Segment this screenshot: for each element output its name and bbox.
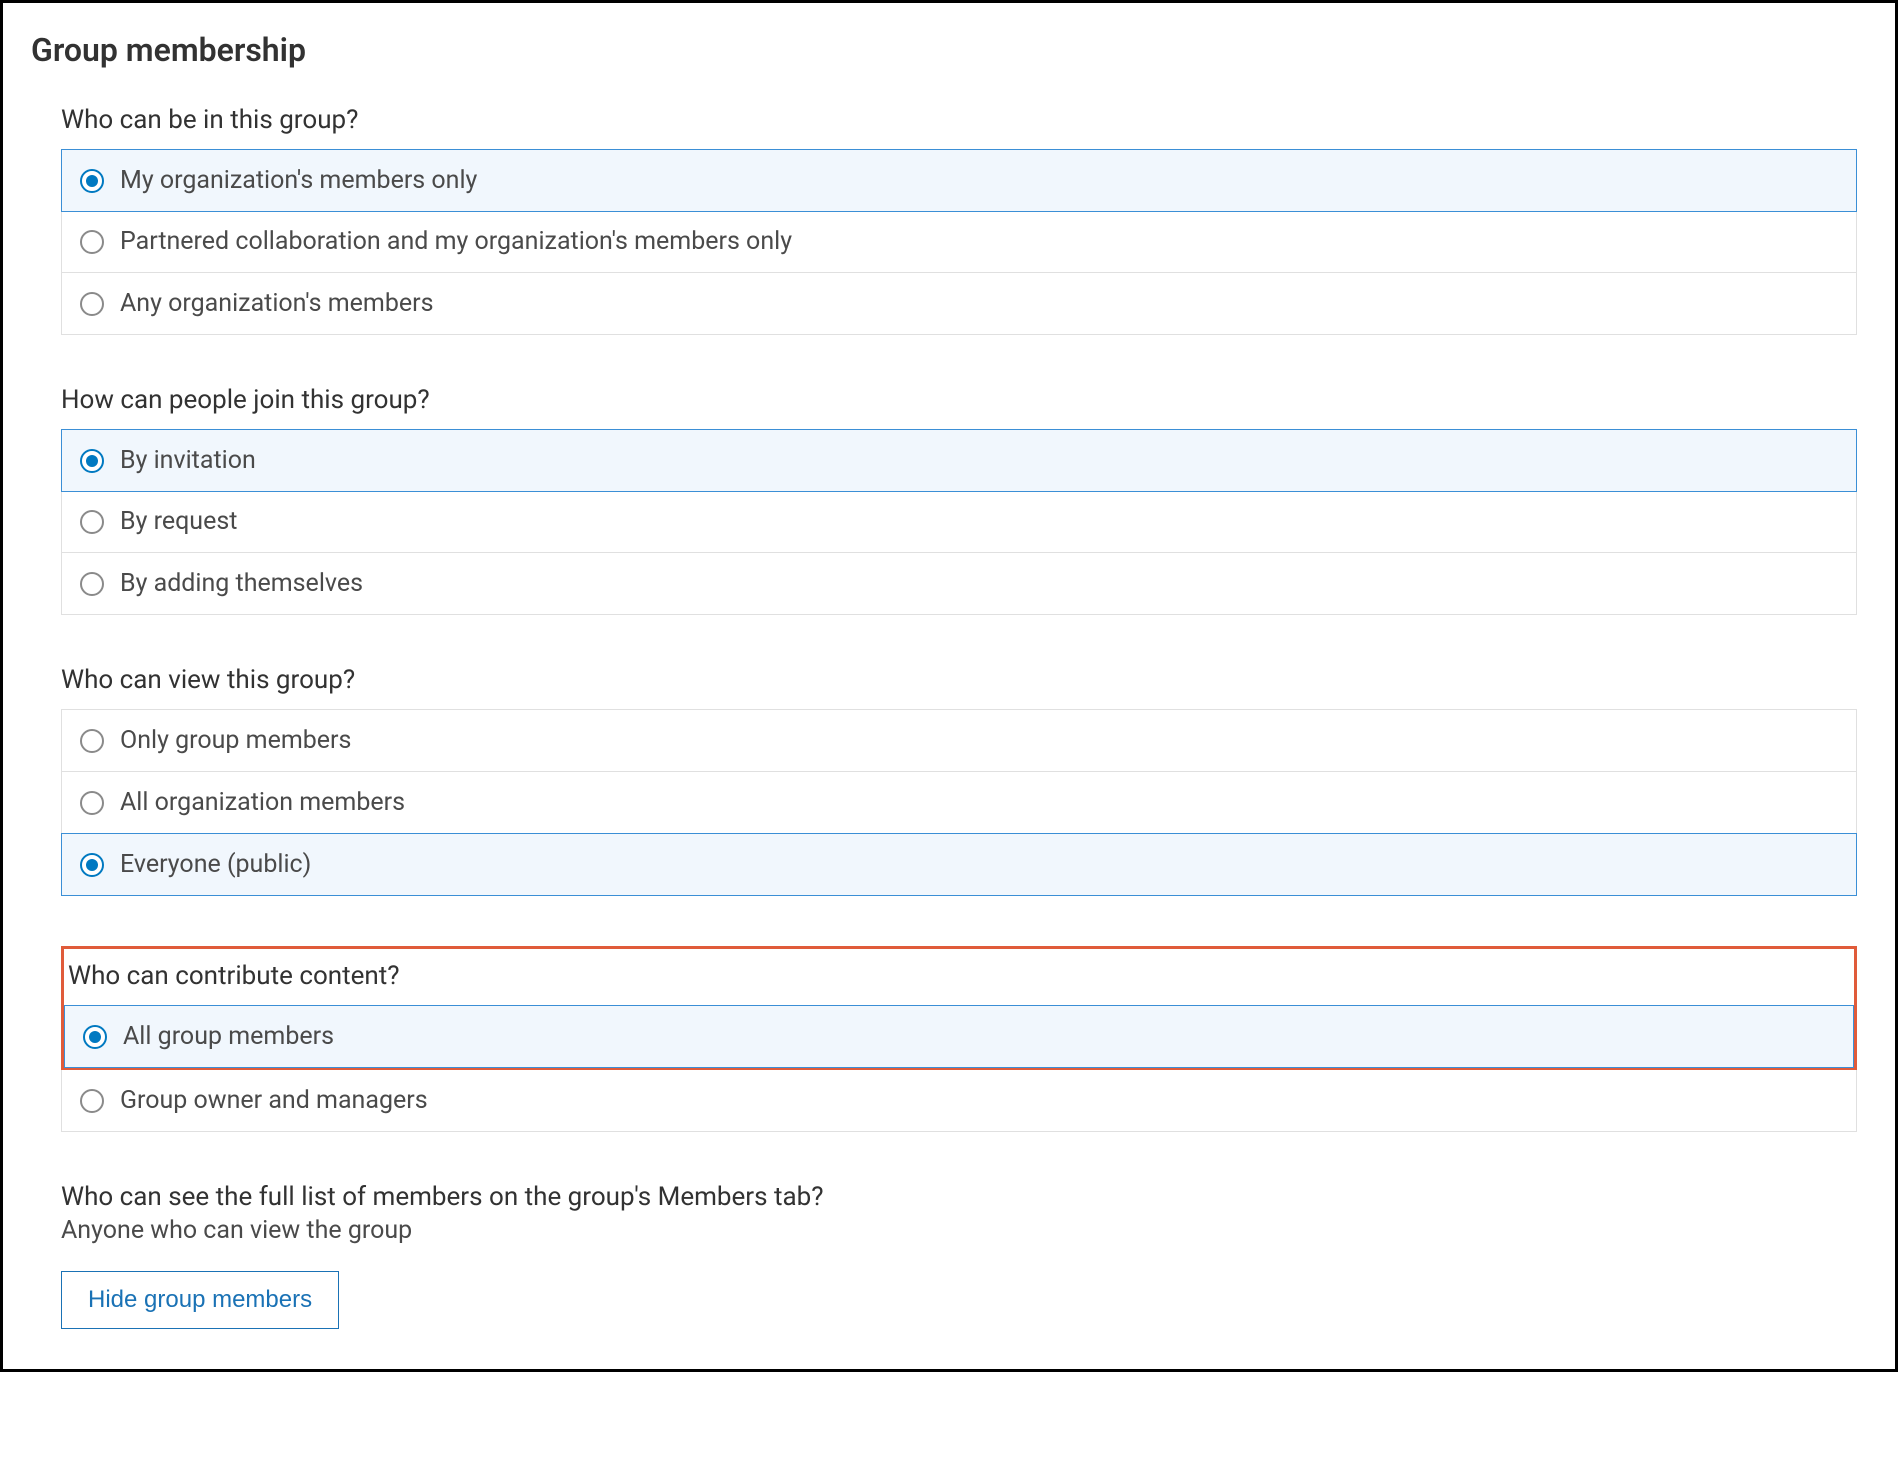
radio-label: By invitation	[120, 446, 256, 475]
radio-group-contribute: All group members	[64, 1005, 1854, 1068]
radio-group-join: By invitation By request By adding thems…	[61, 429, 1857, 615]
radio-icon	[80, 510, 104, 534]
radio-group-view: Only group members All organization memb…	[61, 709, 1857, 896]
radio-label: Only group members	[120, 726, 351, 755]
radio-contribute-owner-managers[interactable]: Group owner and managers	[62, 1070, 1856, 1131]
section-contribute-highlight: Who can contribute content? All group me…	[61, 946, 1857, 1070]
radio-group-contribute-rest: Group owner and managers	[61, 1070, 1857, 1132]
radio-join-invitation[interactable]: By invitation	[61, 429, 1857, 492]
radio-view-everyone[interactable]: Everyone (public)	[61, 833, 1857, 896]
radio-label: By request	[120, 507, 237, 536]
radio-membership-org-only[interactable]: My organization's members only	[61, 149, 1857, 212]
radio-view-group-members[interactable]: Only group members	[62, 710, 1856, 772]
section-heading-membership: Who can be in this group?	[61, 105, 1857, 135]
radio-icon	[80, 169, 104, 193]
section-membership: Who can be in this group? My organizatio…	[61, 105, 1857, 335]
radio-join-request[interactable]: By request	[62, 491, 1856, 553]
panel-title: Group membership	[31, 31, 1867, 69]
radio-label: My organization's members only	[120, 166, 477, 195]
radio-membership-any-org[interactable]: Any organization's members	[62, 273, 1856, 334]
radio-icon	[80, 791, 104, 815]
section-join: How can people join this group? By invit…	[61, 385, 1857, 615]
group-membership-panel: Group membership Who can be in this grou…	[0, 0, 1898, 1372]
radio-label: Everyone (public)	[120, 850, 311, 879]
radio-label: All organization members	[120, 788, 405, 817]
radio-label: All group members	[123, 1022, 334, 1051]
radio-icon	[80, 449, 104, 473]
radio-icon	[80, 230, 104, 254]
radio-icon	[83, 1025, 107, 1049]
section-heading-view: Who can view this group?	[61, 665, 1857, 695]
section-view: Who can view this group? Only group memb…	[61, 665, 1857, 896]
radio-label: Group owner and managers	[120, 1086, 428, 1115]
radio-label: Any organization's members	[120, 289, 434, 318]
radio-icon	[80, 1089, 104, 1113]
hide-group-members-button[interactable]: Hide group members	[61, 1271, 339, 1329]
radio-membership-partnered[interactable]: Partnered collaboration and my organizat…	[62, 211, 1856, 273]
radio-join-self[interactable]: By adding themselves	[62, 553, 1856, 614]
section-heading-members: Who can see the full list of members on …	[61, 1182, 1857, 1212]
radio-label: By adding themselves	[120, 569, 363, 598]
radio-icon	[80, 572, 104, 596]
radio-contribute-all[interactable]: All group members	[64, 1005, 1854, 1068]
radio-icon	[80, 729, 104, 753]
radio-view-org-members[interactable]: All organization members	[62, 772, 1856, 834]
radio-icon	[80, 853, 104, 877]
section-members-visibility: Who can see the full list of members on …	[61, 1182, 1857, 1329]
radio-label: Partnered collaboration and my organizat…	[120, 227, 792, 256]
members-visibility-value: Anyone who can view the group	[61, 1216, 1857, 1245]
section-heading-contribute: Who can contribute content?	[68, 961, 1854, 991]
radio-icon	[80, 292, 104, 316]
radio-group-membership: My organization's members only Partnered…	[61, 149, 1857, 335]
section-heading-join: How can people join this group?	[61, 385, 1857, 415]
